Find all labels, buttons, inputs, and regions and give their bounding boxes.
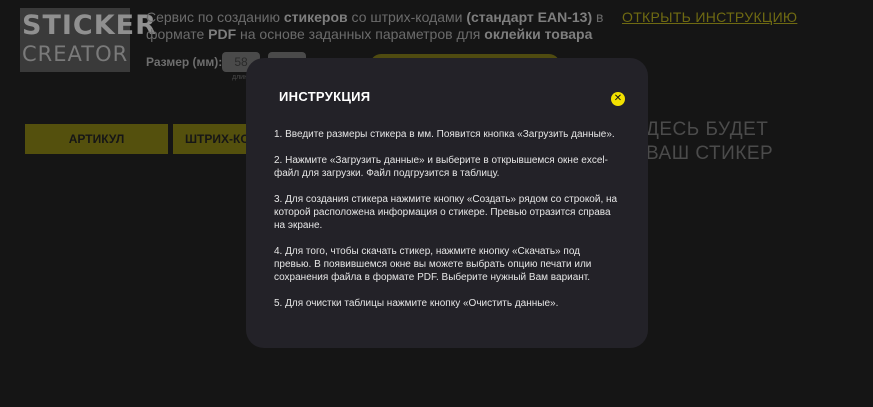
tagline-part: (стандарт EAN-13): [466, 9, 593, 25]
instruction-step: 3. Для создания стикера нажмите кнопку «…: [274, 194, 618, 231]
instruction-step: 4. Для того, чтобы скачать стикер, нажми…: [274, 246, 592, 283]
tagline-part: со штрих-кодами: [347, 9, 467, 25]
open-instruction-link[interactable]: ОТКРЫТЬ ИНСТРУКЦИЮ: [622, 9, 797, 25]
size-label: Размер (мм):: [146, 55, 223, 69]
tagline-part: на основе заданных параметров для: [236, 26, 485, 42]
preview-line2: ВАШ СТИКЕР: [646, 143, 774, 164]
tab-article[interactable]: АРТИКУЛ: [25, 124, 168, 154]
instruction-steps: 1. Введите размеры стикера в мм. Появитс…: [274, 128, 619, 323]
instruction-modal: ИНСТРУКЦИЯ ✕ 1. Введите размеры стикера …: [246, 58, 648, 348]
service-tagline: Сервис по созданию стикеров со штрих-код…: [146, 9, 606, 43]
close-icon[interactable]: ✕: [611, 92, 625, 106]
instruction-step: 5. Для очистки таблицы нажмите кнопку «О…: [274, 298, 559, 309]
modal-title: ИНСТРУКЦИЯ: [279, 89, 371, 104]
sticker-preview-placeholder: ДЕСЬ БУДЕТ ВАШ СТИКЕР: [646, 118, 806, 166]
logo: STICKER CREATOR: [20, 8, 156, 72]
logo-line2: CREATOR: [22, 42, 129, 66]
instruction-step: 1. Введите размеры стикера в мм. Появитс…: [274, 129, 615, 140]
logo-line1: STICKER: [22, 10, 157, 41]
tagline-part: стикеров: [283, 9, 348, 25]
tagline-part: Сервис по созданию: [146, 9, 284, 25]
tagline-part: PDF: [208, 26, 237, 42]
instruction-step: 2. Нажмите «Загрузить данные» и выберите…: [274, 155, 608, 179]
preview-line1: ДЕСЬ БУДЕТ: [646, 119, 769, 140]
tagline-part: оклейки товара: [484, 26, 593, 42]
